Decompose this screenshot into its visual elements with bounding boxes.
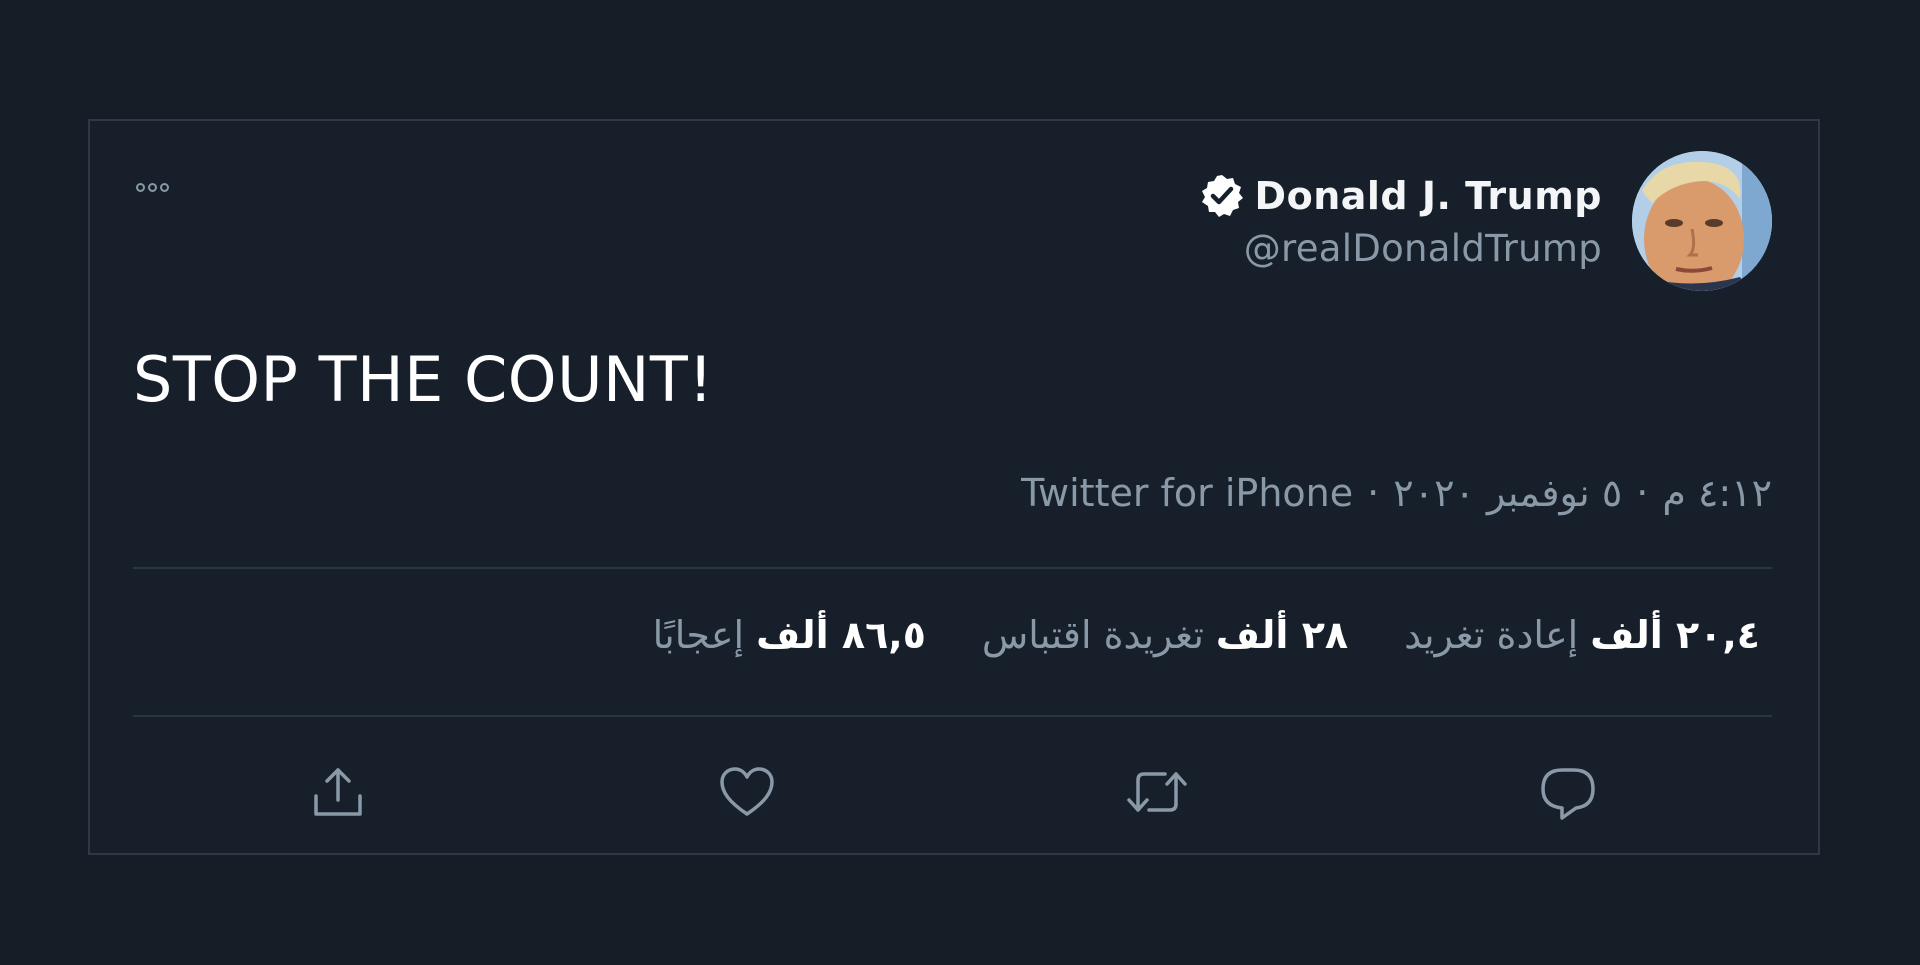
- share-icon: [314, 768, 362, 816]
- tweet-author: Donald J. Trump @realDonaldTrump: [1199, 151, 1772, 291]
- retweet-button[interactable]: [1122, 757, 1192, 827]
- author-names: Donald J. Trump @realDonaldTrump: [1199, 173, 1602, 270]
- tweet-time[interactable]: ٤:١٢ م: [1662, 471, 1772, 515]
- verified-badge-icon: [1199, 173, 1245, 219]
- divider: [133, 567, 1772, 569]
- tweet-card: Donald J. Trump @realDonaldTrump STOP TH…: [88, 119, 1820, 855]
- share-button[interactable]: [303, 757, 373, 827]
- tweet-source[interactable]: Twitter for iPhone: [1021, 471, 1353, 515]
- likes-stat[interactable]: ٨٦,٥ ألف إعجابًا: [653, 613, 926, 657]
- stat-number: ٢٠,٤ ألف: [1590, 613, 1760, 657]
- stat-label: إعادة تغريد: [1404, 613, 1579, 657]
- author-display-name[interactable]: Donald J. Trump: [1255, 174, 1602, 218]
- stat-number: ٢٨ ألف: [1215, 613, 1349, 657]
- reply-button[interactable]: [1533, 757, 1603, 827]
- quote-tweets-stat[interactable]: ٢٨ ألف تغريدة اقتباس: [982, 613, 1348, 657]
- avatar[interactable]: [1632, 151, 1772, 291]
- more-icon[interactable]: [136, 177, 186, 197]
- author-name-row: Donald J. Trump: [1199, 173, 1602, 219]
- author-handle[interactable]: @realDonaldTrump: [1244, 227, 1602, 270]
- stat-number: ٨٦,٥ ألف: [756, 613, 926, 657]
- tweet-text: STOP THE COUNT!: [133, 343, 714, 416]
- retweet-icon: [1127, 772, 1187, 812]
- retweets-stat[interactable]: ٢٠,٤ ألف إعادة تغريد: [1404, 613, 1760, 657]
- heart-icon: [720, 767, 774, 816]
- tweet-meta: ٤:١٢ م · ٥ نوفمبر ٢٠٢٠ · Twitter for iPh…: [1021, 471, 1772, 515]
- tweet-date[interactable]: ٥ نوفمبر ٢٠٢٠: [1393, 471, 1622, 515]
- like-button[interactable]: [712, 757, 782, 827]
- stat-label: تغريدة اقتباس: [981, 613, 1204, 657]
- stat-label: إعجابًا: [652, 613, 745, 657]
- reply-icon: [1541, 768, 1595, 820]
- divider: [133, 715, 1772, 717]
- tweet-actions: [90, 757, 1818, 827]
- meta-separator: ·: [1636, 471, 1649, 515]
- tweet-stats: ٢٠,٤ ألف إعادة تغريد ٢٨ ألف تغريدة اقتبا…: [653, 613, 1760, 657]
- meta-separator: ·: [1367, 471, 1380, 515]
